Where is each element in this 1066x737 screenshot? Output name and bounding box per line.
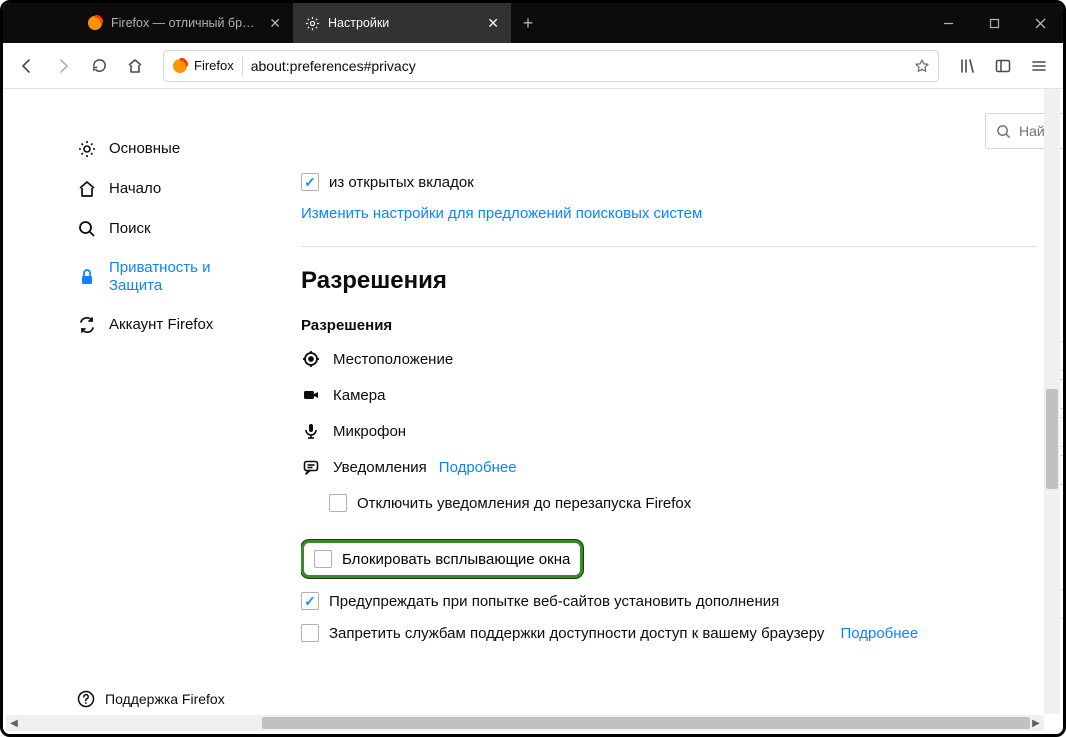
minimize-button[interactable]	[925, 3, 971, 43]
scroll-left-arrow[interactable]: ◀	[6, 715, 22, 731]
permission-microphone: Микрофон	[301, 422, 1037, 440]
permission-notifications: Уведомления Подробнее	[301, 458, 1037, 476]
scrollbar-thumb[interactable]	[1046, 389, 1058, 489]
sidebar-item-home[interactable]: Начало	[3, 169, 289, 209]
location-icon	[301, 350, 321, 368]
sidebar-item-general[interactable]: Основные	[3, 129, 289, 169]
back-button[interactable]	[11, 50, 43, 82]
tab-inactive[interactable]: Firefox — отличный браузер ✕	[75, 3, 293, 43]
permission-camera: Камера	[301, 386, 1037, 404]
home-icon	[77, 179, 97, 199]
section-subtitle: Разрешения	[301, 317, 1037, 334]
search-icon	[77, 219, 97, 239]
a11y-more-link[interactable]: Подробнее	[840, 625, 918, 642]
a11y-block-label: Запретить службам поддержки доступности …	[329, 625, 824, 642]
sidebar-item-label: Начало	[109, 180, 161, 198]
open-tabs-checkbox[interactable]	[301, 173, 319, 191]
sidebar-item-privacy[interactable]: Приватность и Защита	[3, 249, 289, 305]
addons-warn-label: Предупреждать при попытке веб-сайтов уст…	[329, 593, 779, 610]
gear-icon	[77, 139, 97, 159]
a11y-block-row: Запретить службам поддержки доступности …	[301, 624, 1037, 642]
sidebar-item-account[interactable]: Аккаунт Firefox	[3, 305, 289, 345]
url-text: about:preferences#privacy	[251, 58, 906, 74]
notifications-more-link[interactable]: Подробнее	[439, 459, 517, 476]
scroll-right-arrow[interactable]: ▶	[1028, 715, 1044, 731]
permission-label: Камера	[333, 387, 385, 404]
url-divider	[242, 56, 243, 76]
bookmark-star-icon[interactable]	[914, 58, 930, 74]
vertical-scrollbar[interactable]	[1044, 89, 1060, 714]
section-divider	[301, 246, 1037, 247]
reload-button[interactable]	[83, 50, 115, 82]
disable-notifications-label: Отключить уведомления до перезапуска Fir…	[357, 495, 691, 512]
help-icon	[77, 690, 95, 708]
disable-notifications-row: Отключить уведомления до перезапуска Fir…	[329, 494, 1037, 512]
preferences-main: Найт из открытых вкладок Изменить настро…	[289, 89, 1063, 734]
microphone-icon	[301, 422, 321, 440]
window-controls	[925, 3, 1063, 43]
sidebar-item-label: Поиск	[109, 220, 151, 238]
popup-block-label: Блокировать всплывающие окна	[342, 551, 570, 568]
popup-block-checkbox[interactable]	[314, 550, 332, 568]
forward-button[interactable]	[47, 50, 79, 82]
address-bar[interactable]: Firefox about:preferences#privacy	[163, 50, 939, 82]
section-title: Разрешения	[301, 267, 1037, 295]
new-tab-button[interactable]: +	[511, 3, 545, 43]
identity-box[interactable]: Firefox	[172, 58, 234, 74]
open-tabs-suggestion-row: из открытых вкладок	[301, 173, 1037, 191]
tab-active[interactable]: Настройки ✕	[293, 3, 511, 43]
brand-label: Firefox	[194, 58, 234, 73]
nav-toolbar: Firefox about:preferences#privacy	[3, 43, 1063, 89]
menu-button[interactable]	[1023, 50, 1055, 82]
permission-label: Микрофон	[333, 423, 406, 440]
tab-title: Firefox — отличный браузер	[111, 16, 261, 30]
open-tabs-label: из открытых вкладок	[329, 174, 474, 191]
tab-title: Настройки	[328, 16, 479, 30]
permission-location: Местоположение	[301, 350, 1037, 368]
scrollbar-thumb[interactable]	[262, 717, 1030, 729]
close-icon[interactable]: ✕	[269, 16, 281, 30]
addons-warn-checkbox[interactable]	[301, 592, 319, 610]
sidebar-item-search[interactable]: Поиск	[3, 209, 289, 249]
sidebar-item-label: Основные	[109, 140, 180, 158]
sidebar-toggle-button[interactable]	[987, 50, 1019, 82]
lock-icon	[77, 267, 97, 287]
disable-notifications-checkbox[interactable]	[329, 494, 347, 512]
search-engines-link[interactable]: Изменить настройки для предложений поиск…	[301, 205, 1037, 222]
permission-label: Уведомления	[333, 459, 427, 476]
a11y-block-checkbox[interactable]	[301, 624, 319, 642]
close-icon[interactable]: ✕	[487, 16, 499, 30]
horizontal-scrollbar[interactable]: ◀ ▶	[6, 715, 1044, 731]
firefox-logo-icon	[87, 15, 103, 31]
preferences-sidebar: Основные Начало Поиск Приватность и Защи…	[3, 89, 289, 734]
firefox-logo-icon	[172, 58, 188, 74]
sidebar-item-label: Аккаунт Firefox	[109, 316, 213, 334]
addons-warn-row: Предупреждать при попытке веб-сайтов уст…	[301, 592, 1037, 610]
sidebar-item-label: Приватность и Защита	[109, 259, 259, 295]
tab-bar: Firefox — отличный браузер ✕ Настройки ✕…	[3, 3, 1063, 43]
close-window-button[interactable]	[1017, 3, 1063, 43]
sidebar-support-label: Поддержка Firefox	[105, 691, 225, 707]
popup-block-highlight: Блокировать всплывающие окна	[301, 540, 583, 578]
camera-icon	[301, 386, 321, 404]
permission-label: Местоположение	[333, 351, 453, 368]
maximize-button[interactable]	[971, 3, 1017, 43]
home-button[interactable]	[119, 50, 151, 82]
notification-icon	[301, 458, 321, 476]
gear-icon	[305, 16, 320, 31]
library-button[interactable]	[951, 50, 983, 82]
sync-icon	[77, 315, 97, 335]
search-icon	[996, 124, 1011, 139]
